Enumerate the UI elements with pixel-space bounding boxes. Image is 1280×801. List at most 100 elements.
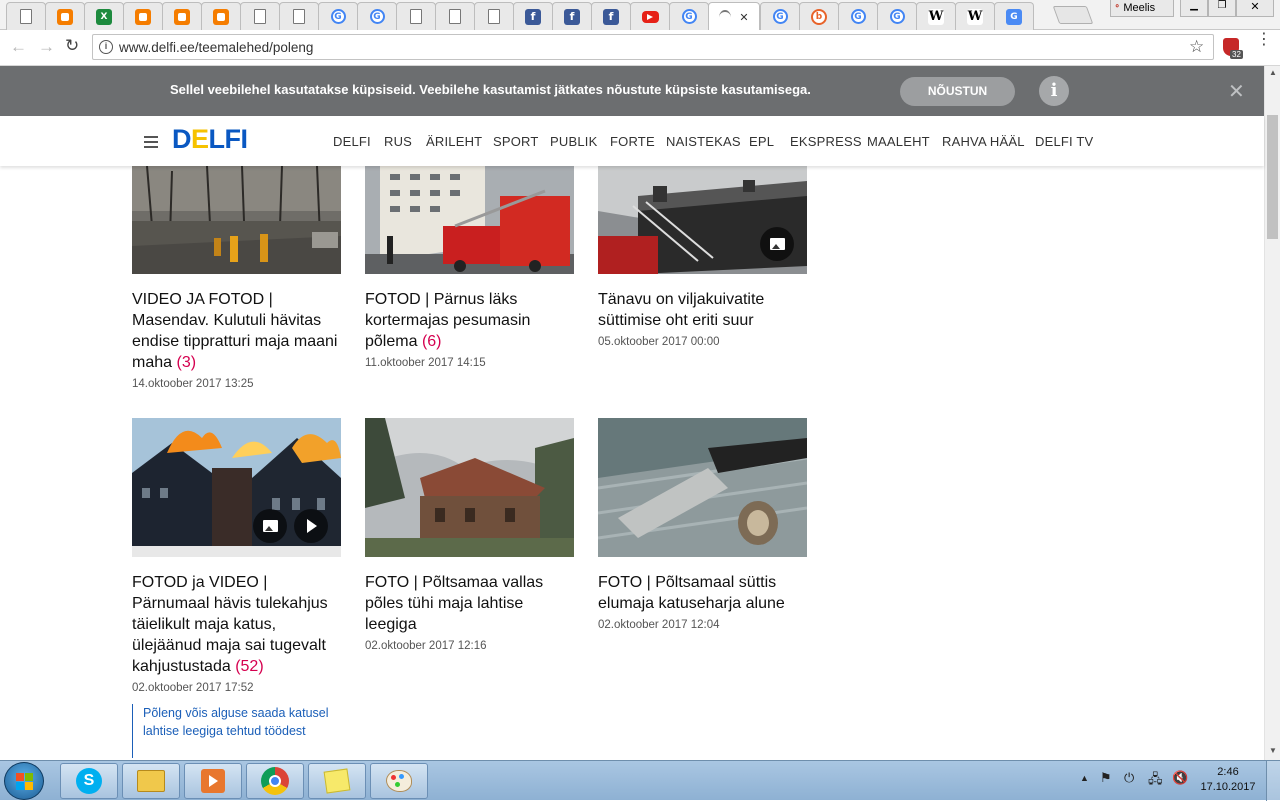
close-tab-icon[interactable]: ✕ — [739, 11, 748, 24]
doc-icon — [449, 9, 461, 24]
media-player-icon — [201, 769, 225, 793]
forward-arrow-icon[interactable]: → — [38, 37, 55, 57]
facebook-icon: f — [603, 8, 619, 25]
address-bar[interactable]: i www.delfi.ee/teemalehed/poleng ☆ — [92, 34, 1214, 60]
comment-count[interactable]: (52) — [235, 658, 263, 675]
page-scrollbar[interactable]: ▲ ▼ — [1264, 66, 1280, 760]
browser-tab[interactable] — [162, 2, 202, 30]
browser-tab[interactable] — [6, 2, 46, 30]
browser-tab[interactable] — [123, 2, 163, 30]
browser-tab[interactable] — [396, 2, 436, 30]
browser-tab[interactable] — [279, 2, 319, 30]
accept-cookies-button[interactable]: NÕUSTUN — [900, 77, 1015, 106]
taskbar-paint[interactable] — [370, 763, 428, 799]
close-window-button[interactable]: ✕ — [1236, 0, 1274, 17]
browser-tab[interactable] — [474, 2, 514, 30]
volume-muted-icon[interactable]: 🔇 — [1172, 770, 1188, 786]
profile-button[interactable]: ᐤ Meelis — [1110, 0, 1174, 17]
taskbar-file-explorer[interactable] — [122, 763, 180, 799]
browser-tab[interactable]: f — [513, 2, 553, 30]
browser-tab[interactable] — [630, 2, 670, 30]
taskbar-sticky-notes[interactable] — [308, 763, 366, 799]
browser-tab[interactable]: G — [994, 2, 1034, 30]
scroll-up-arrow-icon[interactable]: ▲ — [1269, 68, 1277, 77]
nav-link-naistekas[interactable]: NAISTEKAS — [666, 134, 741, 149]
scroll-down-arrow-icon[interactable]: ▼ — [1269, 746, 1277, 755]
nav-link-rus[interactable]: RUS — [384, 134, 412, 149]
nav-link-sport[interactable]: SPORT — [493, 134, 539, 149]
network-icon[interactable]: 🖧 — [1148, 770, 1163, 792]
menu-dots-icon[interactable]: ⋮ — [1256, 32, 1272, 48]
restore-button[interactable]: ❐ — [1208, 0, 1236, 17]
browser-tab[interactable]: G — [318, 2, 358, 30]
article-headline-5[interactable]: FOTO | Põltsamaa vallas põles tühi maja … — [365, 572, 565, 635]
browser-tab[interactable] — [45, 2, 85, 30]
taskbar-skype[interactable]: S — [60, 763, 118, 799]
clock-date: 17.10.2017 — [1200, 781, 1256, 793]
article-headline-2[interactable]: FOTOD | Pärnus läks kortermajas pesumasi… — [365, 289, 565, 352]
taskbar-chrome[interactable] — [246, 763, 304, 799]
browser-tab[interactable]: G — [357, 2, 397, 30]
minimize-button[interactable]: ▁ — [1180, 0, 1208, 17]
nav-link-publik[interactable]: PUBLIK — [550, 134, 597, 149]
nav-link-rahva-hääl[interactable]: RAHVA HÄÄL — [942, 134, 1025, 149]
power-plug-icon[interactable]: ⏻ — [1124, 770, 1134, 786]
article-image-5[interactable] — [365, 418, 574, 557]
article-image-4[interactable] — [132, 418, 341, 557]
article-headline-3[interactable]: Tänavu on viljakuivatite süttimise oht e… — [598, 289, 798, 331]
article-date-2: 11.oktoober 2017 14:15 — [365, 357, 486, 369]
doc-icon — [20, 9, 32, 24]
browser-tab[interactable]: f — [591, 2, 631, 30]
related-article-link[interactable]: Põleng võis alguse saada katusel lahtise… — [132, 704, 342, 758]
nav-link-maaleht[interactable]: MAALEHT — [867, 134, 930, 149]
browser-tab[interactable]: G — [877, 2, 917, 30]
show-desktop-button[interactable] — [1266, 761, 1280, 801]
clock[interactable]: 2:46 17.10.2017 — [1196, 765, 1260, 795]
browser-tab[interactable]: W — [955, 2, 995, 30]
browser-tab[interactable]: b — [799, 2, 839, 30]
nav-link-ekspress[interactable]: EKSPRESS — [790, 134, 862, 149]
article-image-6[interactable] — [598, 418, 807, 557]
browser-tab[interactable]: f — [552, 2, 592, 30]
nav-link-delfi-tv[interactable]: DELFI TV — [1035, 134, 1093, 149]
start-button[interactable] — [4, 762, 44, 800]
article-headline-4[interactable]: FOTOD ja VIDEO | Pärnumaal hävis tulekah… — [132, 572, 344, 677]
info-icon[interactable]: i — [1039, 76, 1069, 106]
back-arrow-icon[interactable]: ← — [10, 37, 27, 57]
action-center-flag-icon[interactable]: ⚑ — [1100, 770, 1112, 786]
nav-link-forte[interactable]: FORTE — [610, 134, 655, 149]
article-image-1[interactable] — [132, 166, 341, 274]
show-hidden-icons-icon[interactable]: ▲ — [1080, 773, 1089, 783]
nav-link-delfi[interactable]: DELFI — [333, 134, 371, 149]
profile-name: Meelis — [1123, 2, 1156, 14]
browser-tab[interactable]: G — [838, 2, 878, 30]
reload-icon[interactable]: ↻ — [65, 36, 79, 56]
browser-tab[interactable]: ✕ — [708, 2, 760, 31]
comment-count[interactable]: (6) — [422, 333, 442, 350]
article-image-2[interactable] — [365, 166, 574, 274]
video-play-icon[interactable] — [294, 509, 328, 543]
article-image-3[interactable] — [598, 166, 807, 274]
article-headline-1[interactable]: VIDEO JA FOTOD | Masendav. Kulutuli hävi… — [132, 289, 347, 373]
nav-link-ärileht[interactable]: ÄRILEHT — [426, 134, 482, 149]
close-icon[interactable]: ✕ — [1228, 79, 1245, 104]
delfi-logo[interactable]: DELFI — [172, 124, 248, 155]
browser-tab[interactable] — [240, 2, 280, 30]
info-circle-icon[interactable]: i — [99, 40, 113, 54]
browser-tab[interactable]: X — [84, 2, 124, 30]
browser-tab[interactable] — [201, 2, 241, 30]
article-headline-6[interactable]: FOTO | Põltsamaal süttis elumaja katuseh… — [598, 572, 808, 614]
browser-tab[interactable] — [435, 2, 475, 30]
browser-tab[interactable]: W — [916, 2, 956, 30]
comment-count[interactable]: (3) — [176, 354, 196, 371]
hamburger-menu-icon[interactable] — [144, 136, 158, 148]
browser-tab[interactable]: G — [669, 2, 709, 30]
scrollbar-thumb[interactable] — [1267, 115, 1278, 239]
new-tab-button[interactable] — [1052, 6, 1094, 24]
doc-icon — [293, 9, 305, 24]
taskbar-media-player[interactable] — [184, 763, 242, 799]
bc-icon: b — [811, 8, 827, 25]
bookmark-star-icon[interactable]: ☆ — [1189, 37, 1204, 57]
nav-link-epl[interactable]: EPL — [749, 134, 774, 149]
browser-tab[interactable]: G — [760, 2, 800, 30]
